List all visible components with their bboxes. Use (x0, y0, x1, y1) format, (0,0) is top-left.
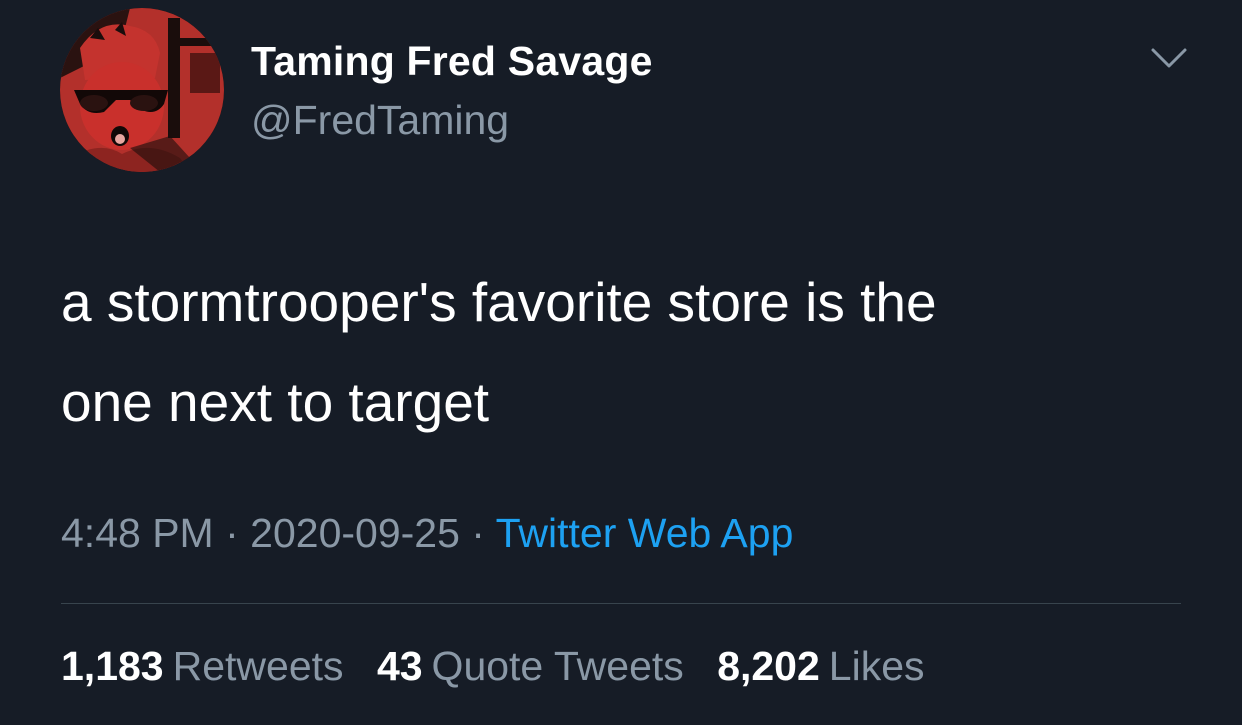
avatar[interactable] (60, 8, 224, 172)
quote-tweets-label: Quote Tweets (431, 643, 684, 689)
retweets-label: Retweets (172, 643, 344, 689)
tweet-text-line: one next to target (61, 371, 490, 433)
meta-separator: · (471, 510, 496, 556)
tweet-text-line: a stormtrooper's favorite store is the (61, 271, 937, 333)
tweet-source-link[interactable]: Twitter Web App (496, 510, 794, 556)
quote-tweets-stat[interactable]: 43 Quote Tweets (377, 643, 684, 689)
likes-label: Likes (828, 643, 925, 689)
meta-separator: · (225, 510, 251, 556)
chevron-down-icon[interactable] (1149, 44, 1189, 74)
retweets-stat[interactable]: 1,183 Retweets (61, 643, 344, 689)
tweet-meta: 4:48 PM · 2020-09-25 · Twitter Web App (61, 510, 793, 557)
author-display-name[interactable]: Taming Fred Savage (251, 38, 653, 85)
quote-tweets-count: 43 (376, 643, 423, 689)
author-handle[interactable]: @FredTaming (251, 97, 509, 144)
divider (61, 603, 1181, 604)
likes-stat[interactable]: 8,202 Likes (717, 643, 924, 689)
likes-count: 8,202 (717, 643, 820, 689)
tweet-time[interactable]: 4:48 PM (61, 510, 214, 556)
tweet-stats: 1,183 Retweets 43 Quote Tweets 8,202 Likes (61, 643, 947, 690)
retweets-count: 1,183 (61, 643, 164, 689)
tweet-date[interactable]: 2020-09-25 (250, 510, 460, 556)
avatar-image (60, 8, 224, 172)
tweet-text: a stormtrooper's favorite store is the o… (61, 252, 1181, 452)
